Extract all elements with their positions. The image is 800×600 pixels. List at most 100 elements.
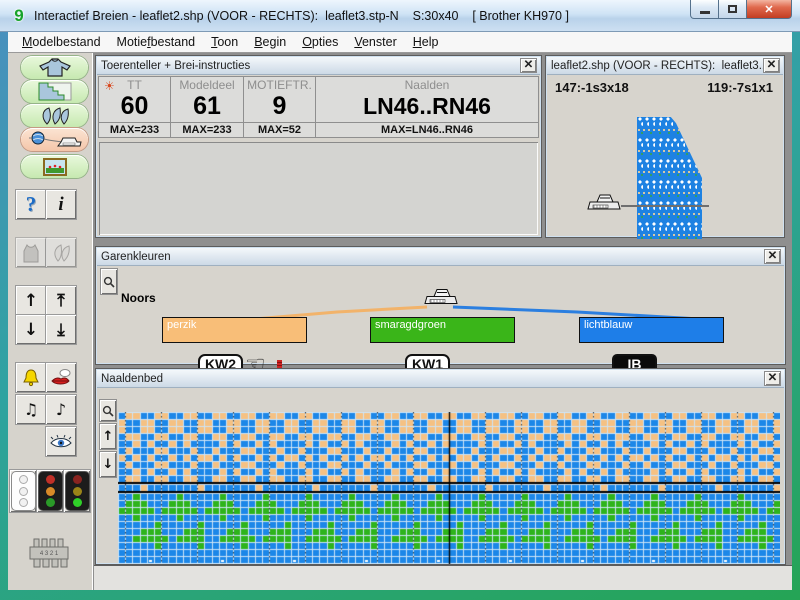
svg-text:4 3 2 1: 4 3 2 1 bbox=[40, 551, 59, 557]
col-header: Modeldeel bbox=[171, 77, 243, 92]
panel-needlebed: Naaldenbed ✕ ↑ ↓ 45403530252015105051015… bbox=[95, 368, 786, 565]
swatch-lichtblauw[interactable]: lichtblauw bbox=[579, 317, 724, 343]
row-down-button[interactable]: ↓ bbox=[16, 315, 46, 344]
vest-button[interactable] bbox=[16, 238, 46, 267]
app-window: 9 Interactief Breien - leaflet2.shp (VOO… bbox=[0, 0, 800, 600]
needlebed-zoom-button[interactable] bbox=[100, 400, 116, 421]
menu-help[interactable]: Help bbox=[405, 33, 447, 51]
knit-yarn-button[interactable] bbox=[21, 128, 88, 151]
panel-shape-titlebar[interactable]: leaflet2.shp (VOOR - RECHTS): leaflet3..… bbox=[547, 57, 783, 75]
model-shape-button[interactable] bbox=[21, 56, 88, 79]
bell-button[interactable] bbox=[16, 363, 46, 392]
arrow-down-icon: ↓ bbox=[24, 320, 38, 340]
swatch-label: lichtblauw bbox=[584, 319, 632, 331]
view-button[interactable] bbox=[46, 427, 76, 456]
music-on-button[interactable]: ♫ bbox=[16, 395, 46, 424]
col-value: 61 bbox=[171, 92, 243, 122]
maximize-icon bbox=[728, 5, 737, 13]
col-value: 60 bbox=[99, 92, 170, 122]
panel-yarn-body: Noors perzik smaragdgroen lichtblauw KW2… bbox=[97, 267, 784, 363]
menu-opties[interactable]: Opties bbox=[294, 33, 346, 51]
close-icon: ✕ bbox=[764, 3, 773, 16]
col-header: Naalden bbox=[316, 77, 538, 92]
counter-col-tt: ☀ TT 60 MAX=233 bbox=[99, 77, 171, 137]
row-up-button[interactable]: ↑ bbox=[16, 286, 46, 315]
magnifier-icon bbox=[102, 405, 114, 417]
leaves-icon bbox=[37, 106, 73, 126]
shape-stat-left: 147:-1s3x18 bbox=[555, 80, 629, 95]
sun-icon: ☀ bbox=[104, 79, 115, 93]
arrow-up-bar-icon: ⤒ bbox=[57, 291, 65, 311]
stop-light-go-button[interactable] bbox=[64, 470, 90, 512]
minimize-button[interactable] bbox=[690, 0, 719, 19]
menu-begin[interactable]: Begin bbox=[246, 33, 294, 51]
needlebed-up-button[interactable]: ↑ bbox=[100, 424, 116, 449]
lips-icon bbox=[50, 368, 72, 388]
traffic-light-green-icon bbox=[65, 471, 90, 511]
menu-motiefbestand[interactable]: Motiefbestand bbox=[109, 33, 204, 51]
traffic-light-amber-icon bbox=[38, 471, 63, 511]
panel-counter: Toerenteller + Brei-instructies ✕ ☀ TT 6… bbox=[95, 55, 542, 238]
garment-piece-preview bbox=[637, 117, 702, 239]
swatch-label: perzik bbox=[167, 319, 196, 331]
step-chart-icon bbox=[38, 82, 72, 101]
close-button[interactable]: ✕ bbox=[747, 0, 792, 19]
panel-shape-close-button[interactable]: ✕ bbox=[764, 59, 779, 72]
close-icon: ✕ bbox=[524, 59, 534, 71]
pattern-chart-button[interactable] bbox=[21, 80, 88, 103]
picture-icon bbox=[43, 158, 67, 176]
vest-icon bbox=[20, 243, 42, 263]
panel-shape-title: leaflet2.shp (VOOR - RECHTS): leaflet3..… bbox=[551, 60, 764, 72]
window-titlebar[interactable]: 9 Interactief Breien - leaflet2.shp (VOO… bbox=[0, 0, 800, 32]
left-toolbar: ? i ↑ ⤒ ↓ ⤓ ♫ ♪ bbox=[8, 53, 94, 590]
col-max: MAX=LN46..RN46 bbox=[316, 122, 538, 137]
menu-bar: ModelbestandMotiefbestandToonBeginOpties… bbox=[8, 32, 792, 53]
counter-stats: ☀ TT 60 MAX=233 Modeldeel 61 MAX=233 MOT… bbox=[99, 77, 538, 137]
motif-button[interactable] bbox=[21, 104, 88, 127]
counter-col-naalden: Naalden LN46..RN46 MAX=LN46..RN46 bbox=[316, 77, 538, 137]
sweater-icon bbox=[37, 58, 73, 77]
stop-light-pause-button[interactable] bbox=[37, 470, 63, 512]
col-max: MAX=233 bbox=[99, 122, 170, 137]
carriage-icon bbox=[422, 287, 460, 308]
counter-col-motieftr: MOTIEFTR. 9 MAX=52 bbox=[244, 77, 316, 137]
knit-row-line bbox=[621, 205, 709, 207]
panel-counter-titlebar[interactable]: Toerenteller + Brei-instructies ✕ bbox=[97, 57, 540, 75]
panel-counter-close-button[interactable]: ✕ bbox=[521, 59, 536, 72]
needlebed-down-button[interactable]: ↓ bbox=[100, 452, 116, 477]
help-button[interactable]: ? bbox=[16, 190, 46, 219]
needlebed-grid[interactable] bbox=[118, 412, 780, 564]
panel-counter-title: Toerenteller + Brei-instructies bbox=[101, 60, 521, 72]
single-note-icon: ♪ bbox=[56, 400, 66, 419]
motif-leaves-button[interactable] bbox=[46, 238, 76, 267]
music-off-button[interactable]: ♪ bbox=[46, 395, 76, 424]
panel-yarn-close-button[interactable]: ✕ bbox=[765, 250, 780, 263]
arrow-up-icon: ↑ bbox=[24, 291, 38, 311]
stop-light-off-button[interactable] bbox=[10, 470, 36, 512]
panel-yarn-titlebar[interactable]: Garenkleuren ✕ bbox=[97, 248, 784, 266]
panel-needlebed-titlebar[interactable]: Naaldenbed ✕ bbox=[97, 370, 784, 388]
menu-modelbestand[interactable]: Modelbestand bbox=[14, 33, 109, 51]
swatch-smaragdgroen[interactable]: smaragdgroen bbox=[370, 317, 515, 343]
info-button[interactable]: i bbox=[46, 190, 76, 219]
picture-button[interactable] bbox=[21, 155, 88, 178]
panel-shape-body: 147:-1s3x18 119:-7s1x1 bbox=[547, 76, 783, 236]
close-icon: ✕ bbox=[768, 250, 778, 262]
row-bottom-button[interactable]: ⤓ bbox=[46, 315, 76, 344]
panel-needlebed-close-button[interactable]: ✕ bbox=[765, 372, 780, 385]
row-top-button[interactable]: ⤒ bbox=[46, 286, 76, 315]
app-logo-icon: 9 bbox=[10, 7, 28, 25]
menu-venster[interactable]: Venster bbox=[346, 33, 404, 51]
col-header: MOTIEFTR. bbox=[244, 77, 315, 92]
swatch-perzik[interactable]: perzik bbox=[162, 317, 307, 343]
status-strip bbox=[94, 565, 792, 590]
speech-button[interactable] bbox=[46, 363, 76, 392]
panel-yarn-title: Garenkleuren bbox=[101, 251, 765, 263]
mdi-area: Toerenteller + Brei-instructies ✕ ☀ TT 6… bbox=[94, 53, 792, 590]
maximize-button[interactable] bbox=[719, 0, 747, 19]
minimize-icon bbox=[700, 11, 710, 14]
menu-toon[interactable]: Toon bbox=[203, 33, 246, 51]
swatch-label: smaragdgroen bbox=[375, 319, 446, 331]
col-max: MAX=233 bbox=[171, 122, 243, 137]
panel-yarn: Garenkleuren ✕ Noors perzik bbox=[95, 246, 786, 365]
